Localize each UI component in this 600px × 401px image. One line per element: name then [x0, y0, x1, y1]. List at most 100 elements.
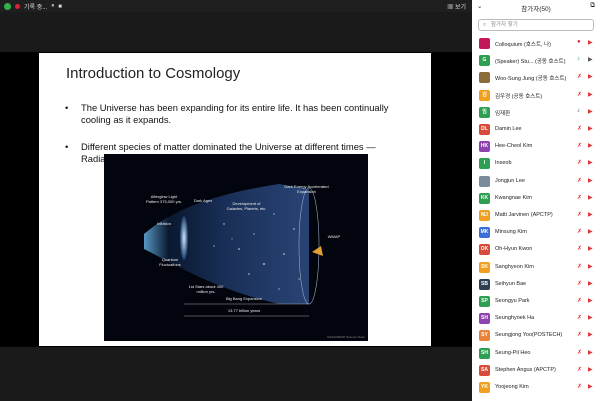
- video-off-icon[interactable]: ▶: [588, 73, 593, 80]
- video-off-icon[interactable]: ▶: [588, 366, 593, 373]
- participant-row[interactable]: SB Seihyun Bae ✗ ▶: [472, 277, 600, 292]
- avatar: SK: [479, 261, 490, 273]
- video-off-icon[interactable]: ▶: [588, 331, 593, 338]
- participant-row[interactable]: SY Seungjong Yoo(POSTECH) ✗ ▶: [472, 328, 600, 343]
- mic-muted-icon[interactable]: ✗: [577, 349, 582, 356]
- video-off-icon[interactable]: ▶: [588, 383, 593, 390]
- participant-row[interactable]: SA Stephen Angus (APCTP) ✗ ▶: [472, 363, 600, 378]
- bullet-dot: •: [65, 141, 69, 152]
- participant-name: (Speaker) Stu... (공동 호스트): [495, 59, 566, 66]
- participant-row[interactable]: 김 김우경 (공동 호스트) ✗ ▶: [472, 88, 600, 103]
- mic-muted-icon[interactable]: ✗: [577, 125, 582, 132]
- view-label: 보기: [454, 5, 466, 11]
- avatar: MJ: [479, 210, 490, 221]
- video-off-icon[interactable]: ▶: [588, 159, 593, 166]
- avatar: [479, 175, 490, 187]
- participant-row[interactable]: SP Seongyu Park ✗ ▶: [472, 294, 600, 309]
- mic-muted-icon[interactable]: ✗: [577, 366, 582, 373]
- participant-row[interactable]: SH Seunghyoek Ha ✗ ▶: [472, 311, 600, 326]
- recording-icon[interactable]: ●: [577, 39, 581, 45]
- participant-row[interactable]: Woo-Sung Jung (공동 호스트) ✗ ▶: [472, 70, 600, 85]
- participant-row[interactable]: HK Hee-Cheol Kim ✗ ▶: [472, 139, 600, 154]
- participant-row[interactable]: MJ Matti Jarvinen (APCTP) ✗ ▶: [472, 208, 600, 223]
- label-dark-ages: Dark Ages: [193, 198, 213, 203]
- participant-row[interactable]: OK Oh-Hyun Kwon ✗ ▶: [472, 242, 600, 257]
- participant-name: Seunghyoek Ha: [495, 315, 535, 322]
- participant-name: Kwangnae Kim: [495, 194, 532, 201]
- popout-icon[interactable]: ⧉: [590, 2, 595, 10]
- mic-muted-icon[interactable]: ✗: [577, 263, 582, 270]
- participant-row[interactable]: YK Yoojeong Kim ✗ ▶: [472, 380, 600, 395]
- video-off-icon[interactable]: ▶: [588, 280, 593, 287]
- participant-row[interactable]: I Inseob ✗ ▶: [472, 156, 600, 171]
- video-off-icon[interactable]: ▶: [588, 349, 593, 356]
- mic-muted-icon[interactable]: ✗: [577, 177, 582, 184]
- video-off-icon[interactable]: ▶: [588, 245, 593, 252]
- view-button[interactable]: ▦ 보기: [447, 2, 466, 11]
- mic-muted-icon[interactable]: ✗: [577, 159, 582, 166]
- avatar: 김: [479, 89, 490, 101]
- pause-recording-icon[interactable]: ⏸: [51, 3, 54, 10]
- mic-muted-icon[interactable]: ✗: [577, 91, 582, 98]
- video-off-icon[interactable]: ▶: [588, 39, 593, 46]
- meeting-topbar: 기록 중... ⏸ ■ ▦ 보기: [0, 0, 472, 12]
- stop-recording-icon[interactable]: ■: [58, 4, 62, 10]
- video-off-icon[interactable]: ▶: [588, 177, 593, 184]
- participant-name: Inseob: [495, 160, 512, 167]
- video-off-icon[interactable]: ▶: [588, 297, 593, 304]
- video-on-icon[interactable]: ▶: [588, 56, 593, 63]
- presentation-slide: Introduction to Cosmology • The Universe…: [39, 53, 431, 346]
- participant-row[interactable]: MK Minsung Kim ✗ ▶: [472, 225, 600, 240]
- participant-row[interactable]: Colloquium (호스트, 나) ● ▶: [472, 36, 600, 51]
- label-dark-energy: Dark Energy Accelerated Expansion: [284, 184, 329, 194]
- mic-active-icon[interactable]: ♪: [577, 56, 580, 62]
- participant-name: Minsung Kim: [495, 229, 527, 236]
- mic-muted-icon[interactable]: ✗: [577, 331, 582, 338]
- avatar: G: [479, 55, 490, 67]
- avatar: DL: [479, 124, 490, 135]
- share-stage: Introduction to Cosmology • The Universe…: [0, 12, 472, 401]
- participant-name: Hee-Cheol Kim: [495, 143, 533, 150]
- mic-muted-icon[interactable]: ✗: [577, 297, 582, 304]
- mic-muted-icon[interactable]: ✗: [577, 142, 582, 149]
- participant-name: Woo-Sung Jung (공동 호스트): [495, 76, 567, 83]
- video-off-icon[interactable]: ▶: [588, 211, 593, 218]
- mic-muted-icon[interactable]: ✗: [577, 280, 582, 287]
- video-off-icon[interactable]: ▶: [588, 142, 593, 149]
- participant-row[interactable]: SH Seung-Pil Heo ✗ ▶: [472, 346, 600, 361]
- participant-row[interactable]: Jongjun Lee ✗ ▶: [472, 174, 600, 189]
- participant-row[interactable]: G (Speaker) Stu... (공동 호스트) ♪ ▶: [472, 53, 600, 68]
- participant-name: Yoojeong Kim: [495, 384, 529, 390]
- mic-muted-icon[interactable]: ✗: [577, 383, 582, 390]
- mic-muted-icon[interactable]: ✗: [577, 194, 582, 201]
- participants-panel: ⌄ 참가자(50) ⧉ ⌕ 참가자 찾기 Colloquium (호스트, 나)…: [472, 0, 600, 401]
- mic-muted-icon[interactable]: ✗: [577, 228, 582, 235]
- participant-row[interactable]: SK Sanghyeon Kim ✗ ▶: [472, 260, 600, 275]
- video-off-icon[interactable]: ▶: [588, 228, 593, 235]
- participant-name: Oh-Hyun Kwon: [495, 246, 533, 253]
- video-off-icon[interactable]: ▶: [588, 125, 593, 132]
- avatar: SY: [479, 330, 490, 342]
- video-off-icon[interactable]: ▶: [588, 314, 593, 321]
- video-off-icon[interactable]: ▶: [588, 263, 593, 270]
- video-off-icon[interactable]: ▶: [588, 91, 593, 98]
- label-development: Development of Galaxies, Planets, etc.: [226, 201, 267, 211]
- mic-muted-icon[interactable]: ✗: [577, 245, 582, 252]
- participant-search-input[interactable]: ⌕ 참가자 찾기: [478, 19, 594, 31]
- mic-muted-icon[interactable]: ✗: [577, 73, 582, 80]
- avatar: SH: [479, 313, 490, 325]
- panel-header: ⌄ 참가자(50) ⧉: [472, 0, 600, 13]
- mic-on-icon[interactable]: ♪: [577, 108, 580, 114]
- video-off-icon[interactable]: ▶: [588, 194, 593, 201]
- participant-row[interactable]: 임 임재환 ♪ ▶: [472, 105, 600, 120]
- avatar: 임: [479, 106, 490, 118]
- video-off-icon[interactable]: ▶: [588, 108, 593, 115]
- mic-muted-icon[interactable]: ✗: [577, 211, 582, 218]
- mic-muted-icon[interactable]: ✗: [577, 314, 582, 321]
- panel-title: 참가자(50): [521, 6, 551, 13]
- grid-icon: ▦: [447, 5, 454, 11]
- participant-row[interactable]: KK Kwangnae Kim ✗ ▶: [472, 191, 600, 206]
- participant-row[interactable]: DL Damin Lee ✗ ▶: [472, 122, 600, 137]
- participant-name: Stephen Angus (APCTP): [495, 366, 556, 373]
- participant-name: 임재환: [495, 110, 511, 117]
